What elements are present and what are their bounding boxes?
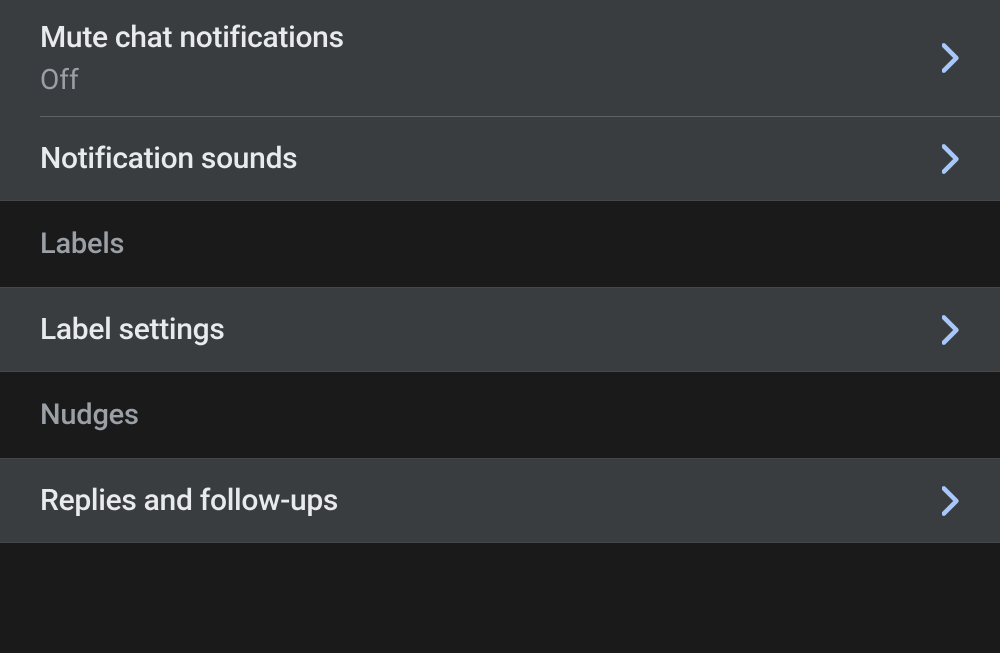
- mute-chat-title: Mute chat notifications: [40, 20, 344, 55]
- labels-section-title: Labels: [40, 227, 124, 261]
- list-item-content: Notification sounds: [40, 141, 297, 176]
- notification-sounds-item[interactable]: Notification sounds: [0, 117, 1000, 200]
- mute-chat-value: Off: [40, 63, 344, 96]
- nudges-section-header: Nudges: [0, 372, 1000, 458]
- list-item-content: Replies and follow-ups: [40, 483, 338, 518]
- chevron-right-icon: [942, 486, 960, 516]
- label-settings-title: Label settings: [40, 312, 225, 347]
- replies-followups-item[interactable]: Replies and follow-ups: [0, 459, 1000, 542]
- labels-section-header: Labels: [0, 201, 1000, 287]
- list-item-content: Mute chat notifications Off: [40, 20, 344, 96]
- replies-followups-title: Replies and follow-ups: [40, 483, 338, 518]
- nudges-section: Replies and follow-ups: [0, 459, 1000, 542]
- section-divider: [0, 542, 1000, 543]
- settings-list: Mute chat notifications Off Notification…: [0, 0, 1000, 653]
- list-item-content: Label settings: [40, 312, 225, 347]
- chevron-right-icon: [942, 315, 960, 345]
- notifications-section: Mute chat notifications Off Notification…: [0, 0, 1000, 200]
- chevron-right-icon: [942, 144, 960, 174]
- notification-sounds-title: Notification sounds: [40, 141, 297, 176]
- nudges-section-title: Nudges: [40, 398, 139, 432]
- labels-section: Label settings: [0, 288, 1000, 371]
- chevron-right-icon: [942, 43, 960, 73]
- label-settings-item[interactable]: Label settings: [0, 288, 1000, 371]
- mute-chat-notifications-item[interactable]: Mute chat notifications Off: [0, 0, 1000, 116]
